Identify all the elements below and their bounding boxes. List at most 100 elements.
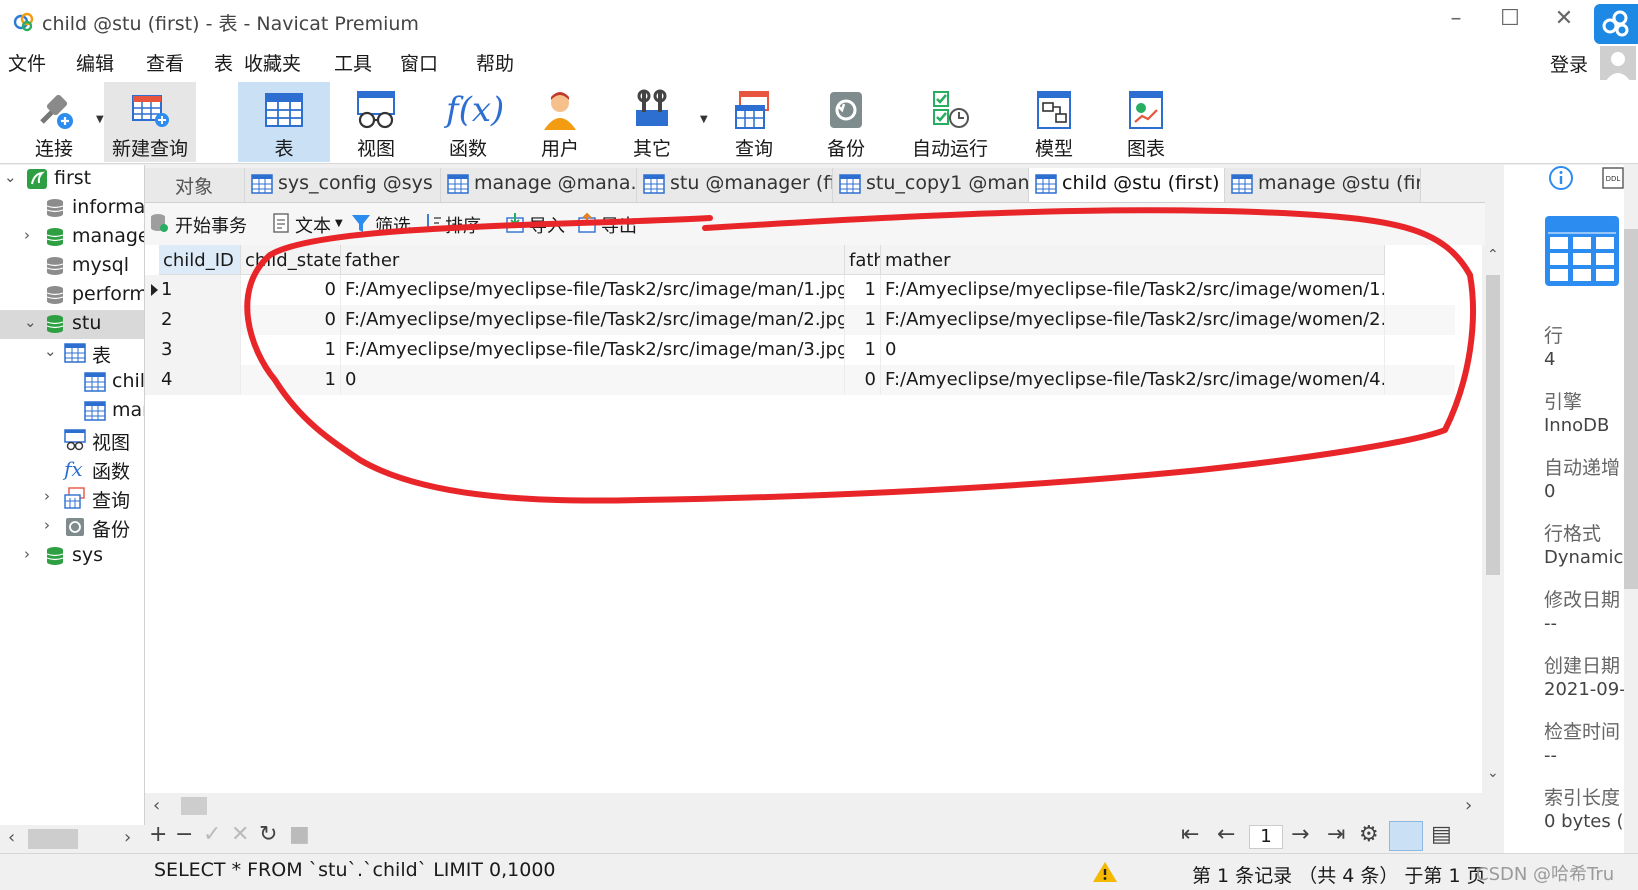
toolbar-new-query-button[interactable]: 新建查询 [104,82,196,162]
apply-check-icon[interactable]: ✓ [203,822,221,847]
tree-item-sys[interactable]: › sys [0,542,144,571]
text-button[interactable]: 文本 [295,212,331,238]
tab-objects[interactable]: 对象 [145,168,245,202]
column-header-father[interactable]: father [341,245,845,275]
begin-transaction-button[interactable]: 开始事务 [175,212,247,238]
scroll-thumb[interactable] [1624,229,1638,589]
toolbar-query-button[interactable]: 查询 [708,82,800,162]
toolbar-model-button[interactable]: 模型 [1008,82,1100,162]
toolbar-view-button[interactable]: 视图 [330,82,422,162]
menu-window[interactable]: 窗口 [400,49,438,76]
warning-icon[interactable] [1092,860,1118,884]
chevron-right-icon[interactable]: › [44,516,58,534]
menu-view[interactable]: 查看 [146,49,184,76]
refresh-icon[interactable]: ↻ [259,822,277,847]
export-button[interactable]: 导出 [601,212,637,238]
scroll-right-icon[interactable]: › [1465,795,1472,816]
tree-item-tables[interactable]: ⌄ 表 [0,339,144,368]
cell-fath[interactable]: 1 [845,335,881,365]
form-view-icon[interactable]: ▤ [1431,822,1452,847]
toolbar-backup-button[interactable]: 备份 [800,82,892,162]
scroll-right-icon[interactable]: › [124,827,131,848]
scroll-thumb[interactable] [1486,275,1500,575]
last-page-icon[interactable]: ⇥ [1327,822,1345,847]
tree-item-stu[interactable]: ⌄ stu [0,310,144,339]
text-dropdown-icon[interactable]: ▼ [335,218,343,229]
toolbar-function-button[interactable]: f(x) 函数 [422,82,514,162]
sort-button[interactable]: 排序 [445,212,481,238]
column-header-child-state[interactable]: child_state [241,245,341,275]
maximize-button[interactable]: ☐ [1490,6,1530,38]
menu-table[interactable]: 表 [214,49,233,76]
page-number-field[interactable]: 1 [1249,825,1283,849]
menu-file[interactable]: 文件 [8,49,46,76]
tree-item-views[interactable]: 视图 [0,426,144,455]
delete-record-icon[interactable]: − [175,822,193,847]
toolbar-table-button[interactable]: 表 [238,82,330,162]
tree-item-manage[interactable]: › manage [0,223,144,252]
tree-item-information-schema[interactable]: informat [0,194,144,223]
table-row[interactable]: 1 0 F:/Amyeclipse/myeclipse-file/Task2/s… [145,275,1455,305]
cell-child-state[interactable]: 0 [241,305,341,335]
chevron-right-icon[interactable]: › [24,226,38,244]
table-row[interactable]: 4 1 0 0 F:/Amyeclipse/myeclipse-file/Tas… [145,365,1455,395]
tab-stu-manager[interactable]: stu @manager (fi... [637,168,833,202]
settings-gear-icon[interactable]: ⚙ [1359,822,1379,847]
tree-item-table-manage[interactable]: mar [0,397,144,426]
minimize-button[interactable]: – [1436,6,1476,38]
toolbar-chart-button[interactable]: 图表 [1100,82,1192,162]
cell-child-state[interactable]: 1 [241,365,341,395]
menu-favorites[interactable]: 收藏夹 [244,49,301,76]
cell-mather[interactable]: F:/Amyeclipse/myeclipse-file/Task2/src/i… [881,275,1385,305]
discard-x-icon[interactable]: ✕ [231,822,249,847]
avatar[interactable] [1600,46,1636,82]
chevron-down-icon[interactable]: ⌄ [44,342,58,360]
grid-horizontal-scrollbar[interactable]: ‹ › [145,793,1485,819]
filter-button[interactable]: 筛选 [375,212,411,238]
first-page-icon[interactable]: ⇤ [1181,822,1199,847]
grid-vertical-scrollbar[interactable]: ⌃ ⌄ [1482,245,1504,793]
tab-child-stu[interactable]: child @stu (first) ... [1029,168,1225,202]
menu-help[interactable]: 帮助 [476,49,514,76]
cell-father[interactable]: 0 [341,365,845,395]
cell-father[interactable]: F:/Amyeclipse/myeclipse-file/Task2/src/i… [341,335,845,365]
tree-item-first[interactable]: ⌄ first [0,165,144,194]
column-header-mather[interactable]: mather [881,245,1385,275]
cell-child-state[interactable]: 1 [241,335,341,365]
import-button[interactable]: 导入 [529,212,565,238]
cell-mather[interactable]: F:/Amyeclipse/myeclipse-file/Task2/src/i… [881,305,1385,335]
scroll-left-icon[interactable]: ‹ [153,795,160,816]
cell-father[interactable]: F:/Amyeclipse/myeclipse-file/Task2/src/i… [341,305,845,335]
table-row[interactable]: 2 0 F:/Amyeclipse/myeclipse-file/Task2/s… [145,305,1455,335]
cell-mather[interactable]: 0 [881,335,1385,365]
scroll-left-icon[interactable]: ‹ [8,827,15,848]
prev-page-icon[interactable]: ← [1217,822,1235,847]
chevron-down-icon[interactable]: ⌄ [24,313,38,331]
tab-sys-config[interactable]: sys_config @sys (... [245,168,441,202]
login-link[interactable]: 登录 [1550,50,1588,77]
toolbar-user-button[interactable]: 用户 [514,82,606,162]
menu-tools[interactable]: 工具 [334,49,372,76]
cell-mather[interactable]: F:/Amyeclipse/myeclipse-file/Task2/src/i… [881,365,1385,395]
tree-item-performance-schema[interactable]: perform [0,281,144,310]
tree-item-table-child[interactable]: chil [0,368,144,397]
tab-manage-manager[interactable]: manage @mana... [441,168,637,202]
toolbar-connect-button[interactable]: 连接 [14,82,94,162]
cell-fath[interactable]: 1 [845,275,881,305]
tab-stu-copy1[interactable]: stu_copy1 @man... [833,168,1029,202]
grid-view-icon[interactable] [1389,821,1423,851]
tree-item-functions[interactable]: fx 函数 [0,455,144,484]
column-header-child-id[interactable]: child_ID [159,245,241,275]
column-header-fath[interactable]: fath [845,245,881,275]
close-button[interactable]: ✕ [1544,6,1584,38]
chevron-down-icon[interactable]: ⌄ [4,168,18,186]
add-record-icon[interactable]: + [149,822,167,847]
tab-manage-stu[interactable]: manage @stu (fir... [1225,168,1421,202]
connect-dropdown-icon[interactable]: ▼ [96,114,104,125]
info-vertical-scrollbar[interactable] [1624,205,1638,855]
toolbar-other-button[interactable]: 其它 [606,82,698,162]
scroll-down-icon[interactable]: ⌄ [1487,765,1499,781]
cell-father[interactable]: F:/Amyeclipse/myeclipse-file/Task2/src/i… [341,275,845,305]
toolbar-schedule-button[interactable]: 自动运行 [892,82,1008,162]
table-row[interactable]: 3 1 F:/Amyeclipse/myeclipse-file/Task2/s… [145,335,1455,365]
